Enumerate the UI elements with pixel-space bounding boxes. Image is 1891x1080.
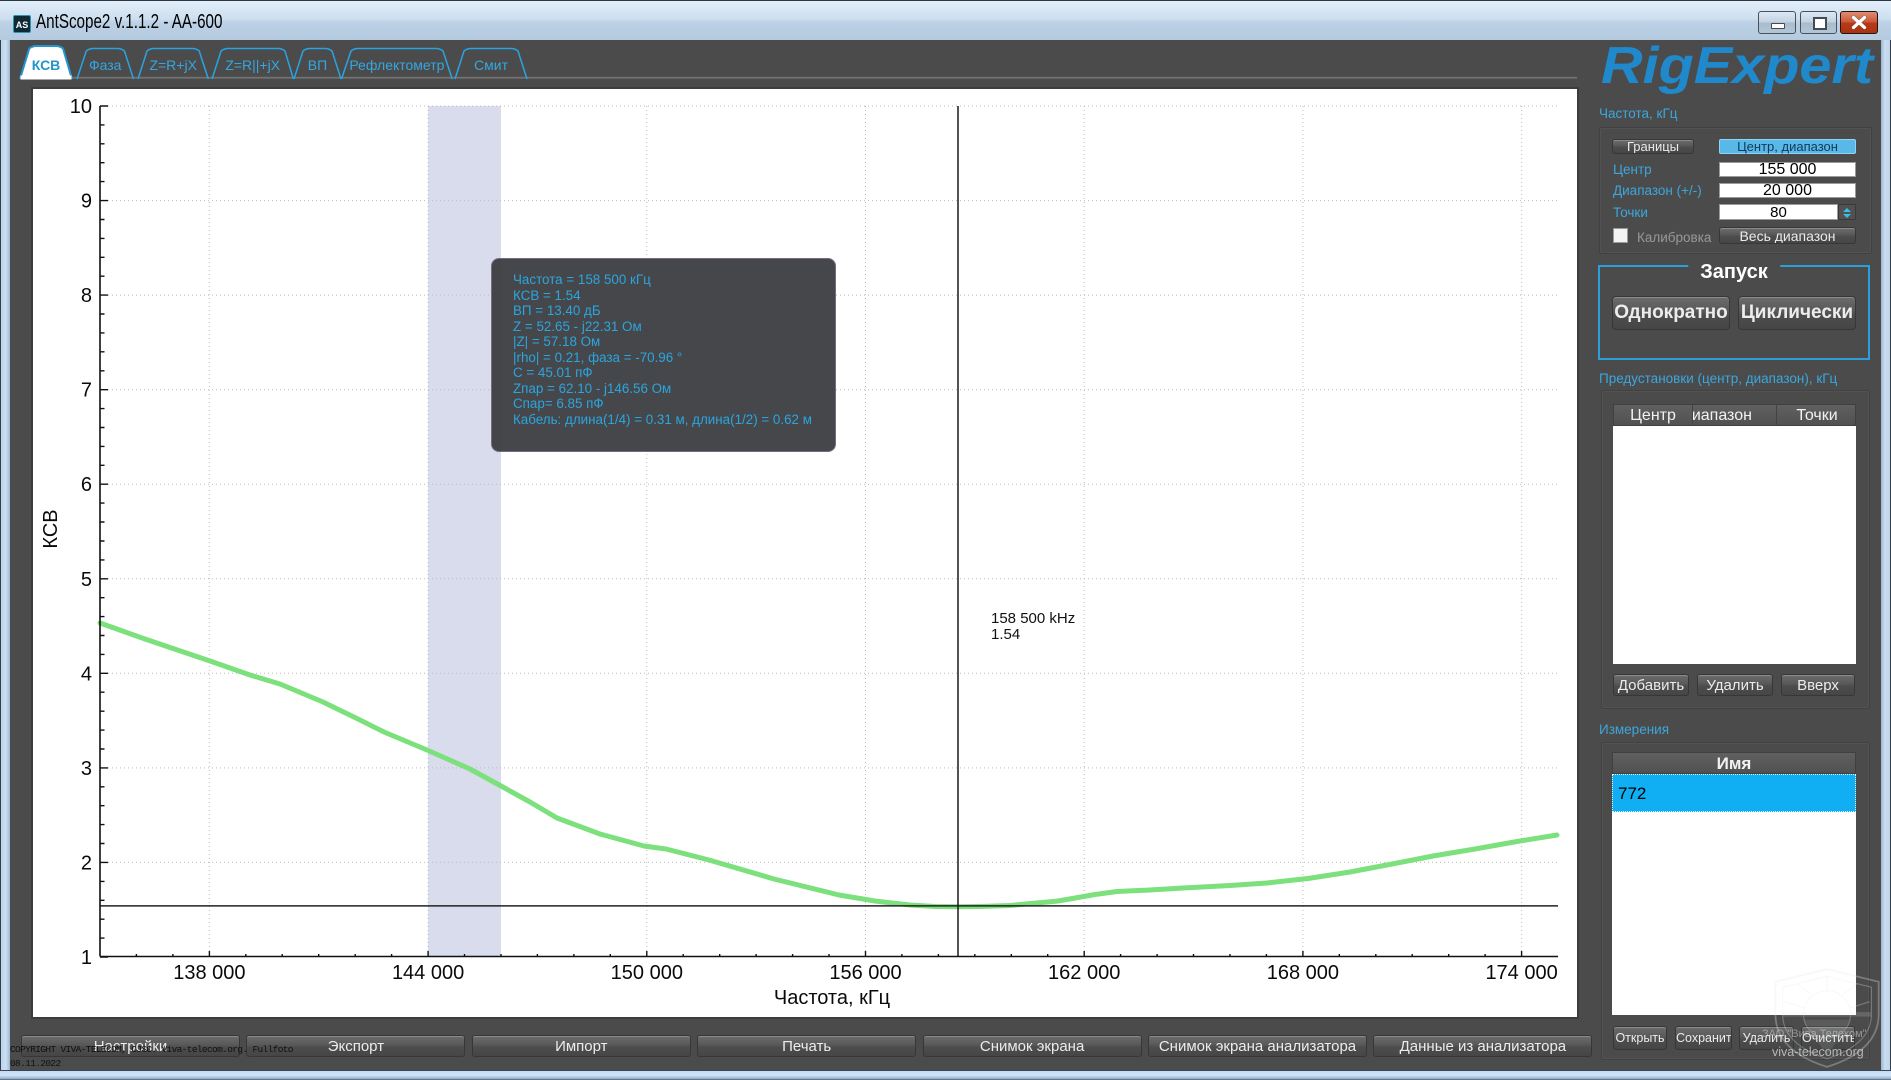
svg-text:174 000: 174 000 — [1485, 962, 1557, 984]
svg-text:КСВ: КСВ — [32, 57, 61, 73]
svg-text:5: 5 — [81, 569, 92, 591]
svg-text:Z=R||+jX: Z=R||+jX — [225, 57, 280, 73]
svg-text:КСВ: КСВ — [40, 509, 62, 548]
svg-text:Рефлектометр: Рефлектометр — [349, 57, 444, 73]
svg-text:3: 3 — [81, 758, 92, 780]
svg-text:168 000: 168 000 — [1267, 962, 1339, 984]
svg-text:7: 7 — [81, 380, 92, 402]
svg-text:Частота, кГц: Частота, кГц — [774, 987, 890, 1009]
svg-text:9: 9 — [81, 191, 92, 213]
svg-text:1.54: 1.54 — [991, 626, 1020, 643]
svg-text:RigExpert: RigExpert — [1601, 42, 1876, 95]
svg-text:144 000: 144 000 — [392, 962, 464, 984]
svg-text:8: 8 — [81, 285, 92, 307]
svg-text:4: 4 — [81, 663, 92, 685]
svg-text:2: 2 — [81, 852, 92, 874]
svg-text:Фаза: Фаза — [89, 57, 122, 73]
svg-text:10: 10 — [70, 96, 92, 118]
svg-text:150 000: 150 000 — [611, 962, 683, 984]
svg-text:156 000: 156 000 — [829, 962, 901, 984]
svg-text:162 000: 162 000 — [1048, 962, 1120, 984]
svg-text:Z=R+jX: Z=R+jX — [149, 57, 197, 73]
svg-text:158 500 kHz: 158 500 kHz — [991, 610, 1075, 627]
svg-text:138 000: 138 000 — [173, 962, 245, 984]
svg-text:1: 1 — [81, 947, 92, 969]
svg-text:Смит: Смит — [474, 57, 509, 73]
svg-text:ВП: ВП — [308, 57, 327, 73]
svg-text:6: 6 — [81, 474, 92, 496]
